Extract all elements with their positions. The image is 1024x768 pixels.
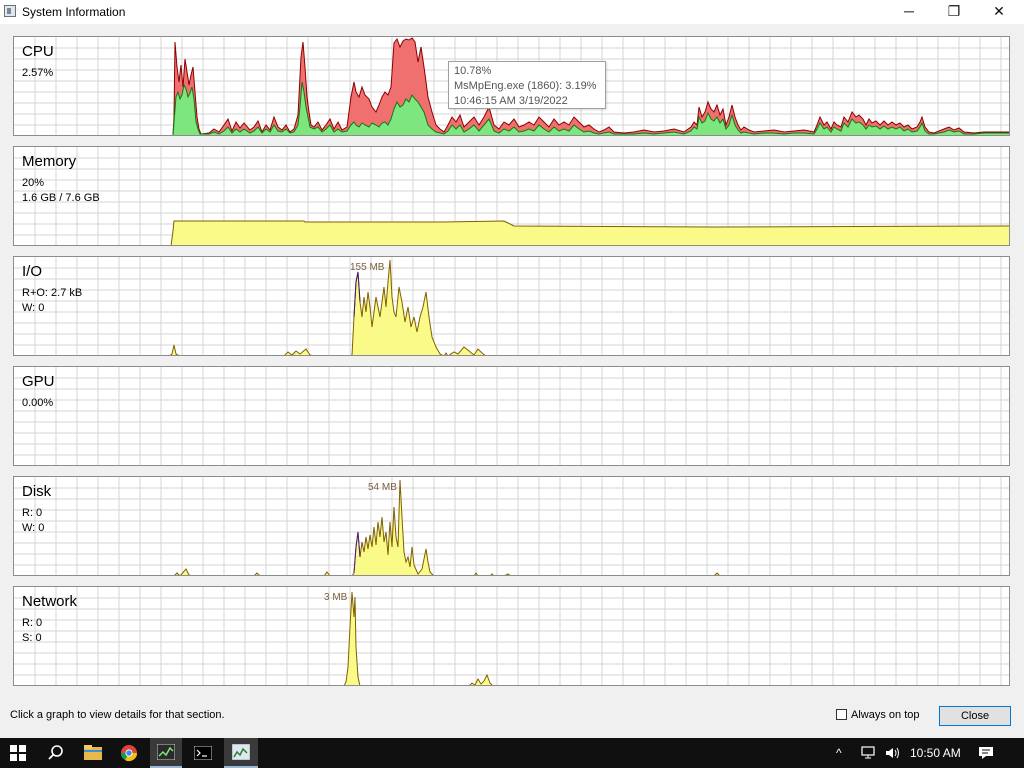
clock-time[interactable]: 10:50 AM: [910, 738, 966, 768]
windows-start-icon[interactable]: [0, 738, 36, 768]
memory-usage-area: [170, 220, 1009, 245]
network-graph[interactable]: Network R: 0 S: 0 3 MB: [13, 586, 1010, 686]
io-graph-plot: [14, 257, 1009, 355]
disk-peak-label: 54 MB: [368, 482, 397, 493]
disk-read-value: R: 0: [22, 507, 43, 519]
tooltip-total: 10.78%: [454, 65, 492, 77]
network-send-value: S: 0: [22, 632, 42, 644]
io-grid: [14, 257, 1009, 355]
io-graph[interactable]: I/O R+O: 2.7 kB W: 0 155 MB: [13, 256, 1010, 356]
disk-title: Disk: [22, 483, 52, 500]
system-info-window-icon[interactable]: [224, 738, 258, 768]
file-explorer-icon[interactable]: [76, 738, 110, 768]
network-peak-label: 3 MB: [324, 592, 348, 603]
tooltip-process: MsMpEng.exe (1860): 3.19%: [454, 80, 597, 92]
memory-graph[interactable]: Memory 20% 1.6 GB / 7.6 GB: [13, 146, 1010, 246]
tooltip-timestamp: 10:46:15 AM 3/19/2022: [454, 95, 568, 107]
disk-activity-area: [174, 479, 720, 575]
volume-icon[interactable]: [882, 738, 904, 768]
command-prompt-icon[interactable]: [186, 738, 220, 768]
disk-graph-plot: [14, 477, 1009, 575]
window-title: System Information: [22, 5, 126, 19]
network-tray-icon[interactable]: [858, 738, 880, 768]
gpu-usage-value: 0.00%: [22, 397, 54, 409]
gpu-title: GPU: [22, 373, 55, 390]
cpu-title: CPU: [22, 43, 54, 60]
minimize-button[interactable]: ─: [886, 0, 932, 24]
close-window-button[interactable]: ✕: [976, 0, 1022, 24]
network-title: Network: [22, 593, 78, 610]
io-read-other-value: R+O: 2.7 kB: [22, 287, 83, 299]
network-activity-area: [343, 591, 493, 685]
system-informer-icon[interactable]: [150, 738, 182, 768]
app-icon: [4, 5, 16, 17]
gpu-graph-plot: [14, 367, 1009, 465]
network-grid: [14, 587, 1009, 685]
io-title: I/O: [22, 263, 43, 280]
always-on-top-label[interactable]: Always on top: [851, 709, 919, 721]
disk-graph[interactable]: Disk R: 0 W: 0 54 MB: [13, 476, 1010, 576]
io-write-value: W: 0: [22, 302, 45, 314]
gpu-grid: [14, 367, 1009, 465]
disk-write-value: W: 0: [22, 522, 45, 534]
maximize-button[interactable]: ❐: [931, 0, 977, 24]
cpu-tooltip: 10.78% MsMpEng.exe (1860): 3.19% 10:46:1…: [448, 61, 606, 109]
taskbar: ^ 10:50 AM: [0, 738, 1024, 768]
tray-overflow-chevron[interactable]: ^: [836, 738, 850, 768]
network-receive-value: R: 0: [22, 617, 43, 629]
cpu-usage-value: 2.57%: [22, 67, 54, 79]
title-bar: System Information ─ ❐ ✕: [0, 0, 1024, 24]
close-button[interactable]: Close: [939, 706, 1011, 726]
gpu-graph[interactable]: GPU 0.00%: [13, 366, 1010, 466]
network-graph-plot: [14, 587, 1009, 685]
status-hint: Click a graph to view details for that s…: [10, 709, 225, 721]
memory-graph-plot: [14, 147, 1009, 245]
notifications-icon[interactable]: [974, 738, 998, 768]
search-icon[interactable]: [38, 738, 74, 768]
memory-percent: 20%: [22, 177, 45, 189]
memory-amount: 1.6 GB / 7.6 GB: [22, 192, 100, 204]
disk-grid: [14, 477, 1009, 575]
chrome-icon[interactable]: [112, 738, 146, 768]
memory-title: Memory: [22, 153, 77, 170]
io-activity-area: [169, 259, 486, 355]
io-peak-label: 155 MB: [350, 262, 385, 273]
always-on-top-checkbox[interactable]: [836, 709, 847, 720]
